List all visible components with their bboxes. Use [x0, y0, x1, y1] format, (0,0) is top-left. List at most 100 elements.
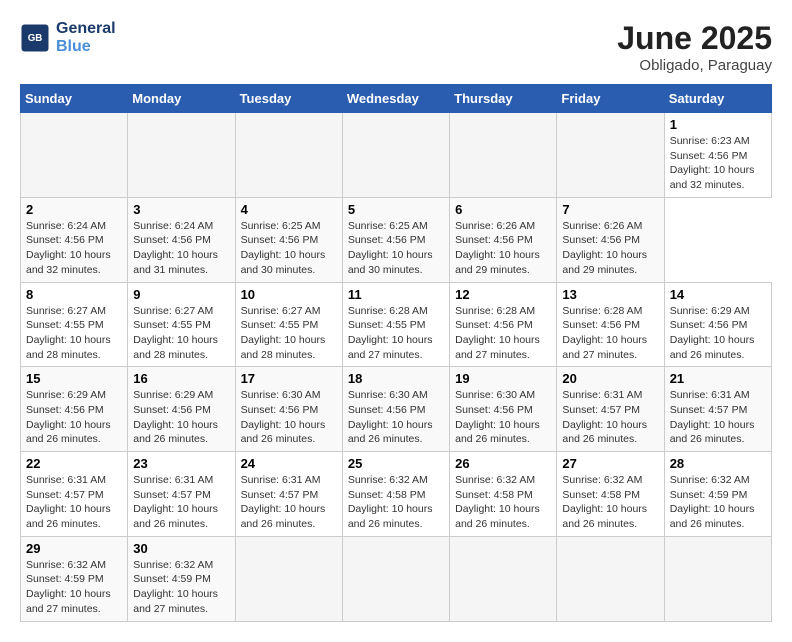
header-thursday: Thursday — [450, 85, 557, 113]
day-number: 15 — [26, 371, 122, 386]
day-cell-24: 24 Sunrise: 6:31 AMSunset: 4:57 PMDayligh… — [235, 452, 342, 537]
day-number: 3 — [133, 202, 229, 217]
day-number: 9 — [133, 287, 229, 302]
day-cell-7: 7Sunrise: 6:26 AMSunset: 4:56 PMDaylight… — [557, 197, 664, 282]
empty-cell — [450, 536, 557, 621]
week-row-2: 2 Sunrise: 6:24 AMSunset: 4:56 PMDaylight… — [21, 197, 772, 282]
day-info: Sunrise: 6:29 AMSunset: 4:56 PMDaylight:… — [670, 304, 766, 363]
header-sunday: Sunday — [21, 85, 128, 113]
day-cell-22: 22 Sunrise: 6:31 AMSunset: 4:57 PMDayligh… — [21, 452, 128, 537]
page-header: GB General Blue June 2025 Obligado, Para… — [20, 20, 772, 74]
week-row-3: 8 Sunrise: 6:27 AMSunset: 4:55 PMDaylight… — [21, 282, 772, 367]
day-info: Sunrise: 6:28 AMSunset: 4:56 PMDaylight:… — [562, 304, 658, 363]
day-info: Sunrise: 6:27 AMSunset: 4:55 PMDaylight:… — [241, 304, 337, 363]
day-info: Sunrise: 6:23 AMSunset: 4:56 PMDaylight:… — [670, 134, 766, 193]
day-cell-3: 3 Sunrise: 6:24 AMSunset: 4:56 PMDaylight… — [128, 197, 235, 282]
day-cell-13: 13Sunrise: 6:28 AMSunset: 4:56 PMDayligh… — [557, 282, 664, 367]
day-number: 8 — [26, 287, 122, 302]
header-monday: Monday — [128, 85, 235, 113]
day-info: Sunrise: 6:25 AMSunset: 4:56 PMDaylight:… — [348, 219, 444, 278]
day-cell-23: 23 Sunrise: 6:31 AMSunset: 4:57 PMDayligh… — [128, 452, 235, 537]
day-number: 2 — [26, 202, 122, 217]
empty-cell — [235, 113, 342, 198]
day-number: 29 — [26, 541, 122, 556]
header-wednesday: Wednesday — [342, 85, 449, 113]
logo-icon: GB — [20, 23, 50, 53]
day-number: 24 — [241, 456, 337, 471]
day-cell-25: 25 Sunrise: 6:32 AMSunset: 4:58 PMDayligh… — [342, 452, 449, 537]
empty-cell — [128, 113, 235, 198]
day-cell-20: 20 Sunrise: 6:31 AMSunset: 4:57 PMDayligh… — [557, 367, 664, 452]
empty-cell — [342, 536, 449, 621]
day-info: Sunrise: 6:28 AMSunset: 4:56 PMDaylight:… — [455, 304, 551, 363]
title-area: June 2025 Obligado, Paraguay — [617, 20, 772, 74]
week-row-6: 29 Sunrise: 6:32 AMSunset: 4:59 PMDayligh… — [21, 536, 772, 621]
day-info: Sunrise: 6:32 AMSunset: 4:58 PMDaylight:… — [562, 473, 658, 532]
day-number: 27 — [562, 456, 658, 471]
logo-text: General Blue — [56, 20, 116, 56]
day-info: Sunrise: 6:26 AMSunset: 4:56 PMDaylight:… — [562, 219, 658, 278]
day-number: 11 — [348, 287, 444, 302]
day-number: 5 — [348, 202, 444, 217]
day-number: 10 — [241, 287, 337, 302]
day-number: 14 — [670, 287, 766, 302]
header-friday: Friday — [557, 85, 664, 113]
day-info: Sunrise: 6:24 AMSunset: 4:56 PMDaylight:… — [26, 219, 122, 278]
day-number: 23 — [133, 456, 229, 471]
day-number: 17 — [241, 371, 337, 386]
day-number: 12 — [455, 287, 551, 302]
day-cell-12: 12 Sunrise: 6:28 AMSunset: 4:56 PMDayligh… — [450, 282, 557, 367]
day-cell-15: 15 Sunrise: 6:29 AMSunset: 4:56 PMDayligh… — [21, 367, 128, 452]
day-info: Sunrise: 6:31 AMSunset: 4:57 PMDaylight:… — [133, 473, 229, 532]
day-number: 22 — [26, 456, 122, 471]
empty-cell — [450, 113, 557, 198]
empty-cell — [235, 536, 342, 621]
header-tuesday: Tuesday — [235, 85, 342, 113]
day-number: 4 — [241, 202, 337, 217]
day-info: Sunrise: 6:27 AMSunset: 4:55 PMDaylight:… — [26, 304, 122, 363]
day-cell-5: 5 Sunrise: 6:25 AMSunset: 4:56 PMDaylight… — [342, 197, 449, 282]
weekday-header-row: SundayMondayTuesdayWednesdayThursdayFrid… — [21, 85, 772, 113]
day-info: Sunrise: 6:32 AMSunset: 4:59 PMDaylight:… — [26, 558, 122, 617]
day-number: 19 — [455, 371, 551, 386]
day-info: Sunrise: 6:24 AMSunset: 4:56 PMDaylight:… — [133, 219, 229, 278]
day-info: Sunrise: 6:31 AMSunset: 4:57 PMDaylight:… — [670, 388, 766, 447]
day-cell-6: 6 Sunrise: 6:26 AMSunset: 4:56 PMDaylight… — [450, 197, 557, 282]
day-cell-10: 10 Sunrise: 6:27 AMSunset: 4:55 PMDayligh… — [235, 282, 342, 367]
day-cell-19: 19 Sunrise: 6:30 AMSunset: 4:56 PMDayligh… — [450, 367, 557, 452]
day-cell-21: 21Sunrise: 6:31 AMSunset: 4:57 PMDayligh… — [664, 367, 771, 452]
day-cell-18: 18Sunrise: 6:30 AMSunset: 4:56 PMDayligh… — [342, 367, 449, 452]
day-info: Sunrise: 6:27 AMSunset: 4:55 PMDaylight:… — [133, 304, 229, 363]
day-info: Sunrise: 6:31 AMSunset: 4:57 PMDaylight:… — [562, 388, 658, 447]
empty-cell — [342, 113, 449, 198]
day-cell-29: 29 Sunrise: 6:32 AMSunset: 4:59 PMDayligh… — [21, 536, 128, 621]
month-title: June 2025 — [617, 20, 772, 57]
empty-cell — [21, 113, 128, 198]
day-cell-8: 8 Sunrise: 6:27 AMSunset: 4:55 PMDaylight… — [21, 282, 128, 367]
day-number: 25 — [348, 456, 444, 471]
week-row-4: 15 Sunrise: 6:29 AMSunset: 4:56 PMDayligh… — [21, 367, 772, 452]
day-info: Sunrise: 6:29 AMSunset: 4:56 PMDaylight:… — [26, 388, 122, 447]
calendar-table: SundayMondayTuesdayWednesdayThursdayFrid… — [20, 84, 772, 622]
day-info: Sunrise: 6:32 AMSunset: 4:58 PMDaylight:… — [348, 473, 444, 532]
day-number: 18 — [348, 371, 444, 386]
day-cell-27: 27 Sunrise: 6:32 AMSunset: 4:58 PMDayligh… — [557, 452, 664, 537]
day-number: 6 — [455, 202, 551, 217]
day-number: 30 — [133, 541, 229, 556]
day-info: Sunrise: 6:30 AMSunset: 4:56 PMDaylight:… — [455, 388, 551, 447]
day-info: Sunrise: 6:31 AMSunset: 4:57 PMDaylight:… — [26, 473, 122, 532]
day-info: Sunrise: 6:26 AMSunset: 4:56 PMDaylight:… — [455, 219, 551, 278]
day-info: Sunrise: 6:32 AMSunset: 4:59 PMDaylight:… — [670, 473, 766, 532]
location: Obligado, Paraguay — [617, 57, 772, 74]
day-cell-30: 30Sunrise: 6:32 AMSunset: 4:59 PMDayligh… — [128, 536, 235, 621]
day-number: 28 — [670, 456, 766, 471]
day-cell-16: 16Sunrise: 6:29 AMSunset: 4:56 PMDayligh… — [128, 367, 235, 452]
day-info: Sunrise: 6:31 AMSunset: 4:57 PMDaylight:… — [241, 473, 337, 532]
day-cell-26: 26Sunrise: 6:32 AMSunset: 4:58 PMDayligh… — [450, 452, 557, 537]
day-number: 1 — [670, 117, 766, 132]
day-cell-9: 9 Sunrise: 6:27 AMSunset: 4:55 PMDaylight… — [128, 282, 235, 367]
day-number: 20 — [562, 371, 658, 386]
empty-cell — [557, 113, 664, 198]
day-cell-2: 2 Sunrise: 6:24 AMSunset: 4:56 PMDaylight… — [21, 197, 128, 282]
day-info: Sunrise: 6:25 AMSunset: 4:56 PMDaylight:… — [241, 219, 337, 278]
